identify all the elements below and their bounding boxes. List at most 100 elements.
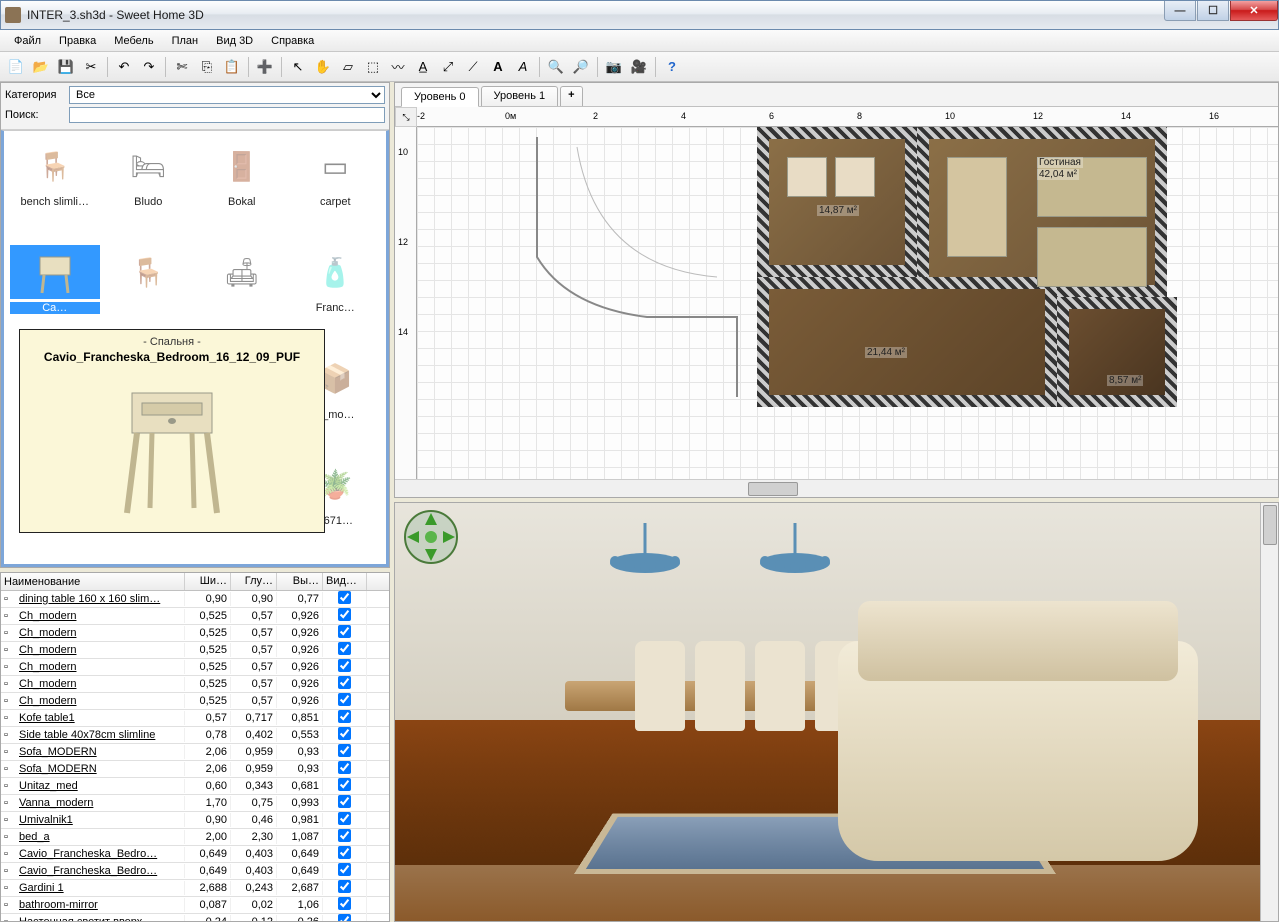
category-select[interactable]: Все xyxy=(69,86,385,104)
maximize-button[interactable]: ☐ xyxy=(1197,1,1229,21)
tooltip-image xyxy=(26,368,318,528)
table-row[interactable]: ▫Sofa_MODERN2,060,9590,93 xyxy=(1,744,389,761)
view-3d-panel[interactable] xyxy=(394,502,1279,922)
zoom-out-icon[interactable]: 🔎 xyxy=(569,55,593,79)
menu-plan[interactable]: План xyxy=(164,33,207,49)
table-row[interactable]: ▫bathroom-mirror0,0870,021,06 xyxy=(1,897,389,914)
ruler-corner: ⤡ xyxy=(395,107,417,127)
visible-checkbox[interactable] xyxy=(338,642,351,655)
select-icon[interactable]: ↖ xyxy=(286,55,310,79)
table-row[interactable]: ▫Unitaz_med0,600,3430,681 xyxy=(1,778,389,795)
italic-icon[interactable]: A xyxy=(511,55,535,79)
menu-file[interactable]: Файл xyxy=(6,33,49,49)
visible-checkbox[interactable] xyxy=(338,778,351,791)
catalog-item[interactable]: ▭carpet xyxy=(291,137,381,239)
navigation-compass[interactable] xyxy=(403,509,459,565)
table-row[interactable]: ▫Cavio_Francheska_Bedro…0,6490,4030,649 xyxy=(1,846,389,863)
visible-checkbox[interactable] xyxy=(338,659,351,672)
view3d-scrollbar[interactable] xyxy=(1260,503,1278,921)
menu-3dview[interactable]: Вид 3D xyxy=(208,33,261,49)
close-button[interactable]: ✕ xyxy=(1230,1,1278,21)
catalog-item[interactable]: 🚪Bokal xyxy=(197,137,287,239)
cut-icon[interactable]: ✄ xyxy=(170,55,194,79)
visible-checkbox[interactable] xyxy=(338,812,351,825)
visible-checkbox[interactable] xyxy=(338,625,351,638)
visible-checkbox[interactable] xyxy=(338,727,351,740)
label-icon[interactable]: ⟋ xyxy=(461,55,485,79)
visible-checkbox[interactable] xyxy=(338,744,351,757)
table-row[interactable]: ▫dining table 160 x 160 slim…0,900,900,7… xyxy=(1,591,389,608)
table-row[interactable]: ▫Ch_modern0,5250,570,926 xyxy=(1,642,389,659)
col-depth[interactable]: Глу… xyxy=(231,573,277,590)
visible-checkbox[interactable] xyxy=(338,914,351,921)
table-body[interactable]: ▫dining table 160 x 160 slim…0,900,900,7… xyxy=(1,591,389,921)
table-row[interactable]: ▫bed_a2,002,301,087 xyxy=(1,829,389,846)
new-icon[interactable]: 📄 xyxy=(4,55,28,79)
dimension-icon[interactable]: A̲ xyxy=(411,55,435,79)
room-label: 21,44 м² xyxy=(865,347,907,358)
table-row[interactable]: ▫Kofe table10,570,7170,851 xyxy=(1,710,389,727)
undo-icon[interactable]: ↶ xyxy=(112,55,136,79)
chandelier-icon xyxy=(595,523,695,583)
tab-level-1[interactable]: Уровень 1 xyxy=(481,86,559,106)
catalog-item[interactable]: 🪑bench slimli… xyxy=(10,137,100,239)
table-row[interactable]: ▫Vanna_modern1,700,750,993 xyxy=(1,795,389,812)
col-visible[interactable]: Види… xyxy=(323,573,367,590)
help-icon[interactable]: ? xyxy=(660,55,684,79)
menu-help[interactable]: Справка xyxy=(263,33,322,49)
visible-checkbox[interactable] xyxy=(338,846,351,859)
room-icon[interactable]: ⬚ xyxy=(361,55,385,79)
search-input[interactable] xyxy=(69,107,385,123)
visible-checkbox[interactable] xyxy=(338,795,351,808)
table-row[interactable]: ▫Ch_modern0,5250,570,926 xyxy=(1,676,389,693)
table-row[interactable]: ▫Ch_modern0,5250,570,926 xyxy=(1,625,389,642)
catalog-item[interactable]: 🛏Bludo xyxy=(104,137,194,239)
col-name[interactable]: Наименование xyxy=(1,573,185,590)
preferences-icon[interactable]: ✂ xyxy=(79,55,103,79)
visible-checkbox[interactable] xyxy=(338,897,351,910)
minimize-button[interactable]: — xyxy=(1164,1,1196,21)
redo-icon[interactable]: ↷ xyxy=(137,55,161,79)
table-row[interactable]: ▫Настенная светит вверх0,240,120,26 xyxy=(1,914,389,921)
save-icon[interactable]: 💾 xyxy=(54,55,78,79)
paste-icon[interactable]: 📋 xyxy=(220,55,244,79)
open-icon[interactable]: 📂 xyxy=(29,55,53,79)
copy-icon[interactable]: ⎘ xyxy=(195,55,219,79)
add-furniture-icon[interactable]: ➕ xyxy=(253,55,277,79)
menu-edit[interactable]: Правка xyxy=(51,33,104,49)
visible-checkbox[interactable] xyxy=(338,863,351,876)
col-width[interactable]: Ши… xyxy=(185,573,231,590)
visible-checkbox[interactable] xyxy=(338,829,351,842)
room-label: Гостиная xyxy=(1037,157,1083,168)
wall-icon[interactable]: ▱ xyxy=(336,55,360,79)
furniture-table: Наименование Ши… Глу… Вы… Види… ▫dining … xyxy=(0,572,390,922)
polyline-icon[interactable]: 〰 xyxy=(386,55,410,79)
visible-checkbox[interactable] xyxy=(338,880,351,893)
photo-icon[interactable]: 📷 xyxy=(602,55,626,79)
pan-icon[interactable]: ✋ xyxy=(311,55,335,79)
col-height[interactable]: Вы… xyxy=(277,573,323,590)
menu-furniture[interactable]: Мебель xyxy=(106,33,161,49)
visible-checkbox[interactable] xyxy=(338,608,351,621)
visible-checkbox[interactable] xyxy=(338,693,351,706)
table-row[interactable]: ▫Ch_modern0,5250,570,926 xyxy=(1,659,389,676)
plan-scrollbar-horizontal[interactable] xyxy=(395,479,1278,497)
bold-icon[interactable]: A xyxy=(486,55,510,79)
table-row[interactable]: ▫Ch_modern0,5250,570,926 xyxy=(1,693,389,710)
tab-add-level[interactable]: + xyxy=(560,86,582,106)
visible-checkbox[interactable] xyxy=(338,676,351,689)
table-row[interactable]: ▫Sofa_MODERN2,060,9590,93 xyxy=(1,761,389,778)
visible-checkbox[interactable] xyxy=(338,710,351,723)
visible-checkbox[interactable] xyxy=(338,761,351,774)
plan-canvas[interactable]: 14,87 м²Гостиная42,04 м²21,44 м²8,57 м² xyxy=(417,127,1278,479)
visible-checkbox[interactable] xyxy=(338,591,351,604)
table-row[interactable]: ▫Side table 40x78cm slimline0,780,4020,5… xyxy=(1,727,389,744)
table-row[interactable]: ▫Cavio_Francheska_Bedro…0,6490,4030,649 xyxy=(1,863,389,880)
video-icon[interactable]: 🎥 xyxy=(627,55,651,79)
table-row[interactable]: ▫Ch_modern0,5250,570,926 xyxy=(1,608,389,625)
table-row[interactable]: ▫Umivalnik10,900,460,981 xyxy=(1,812,389,829)
zoom-in-icon[interactable]: 🔍 xyxy=(544,55,568,79)
tab-level-0[interactable]: Уровень 0 xyxy=(401,87,479,107)
table-row[interactable]: ▫Gardini 12,6880,2432,687 xyxy=(1,880,389,897)
text-icon[interactable]: ⤢ xyxy=(436,55,460,79)
